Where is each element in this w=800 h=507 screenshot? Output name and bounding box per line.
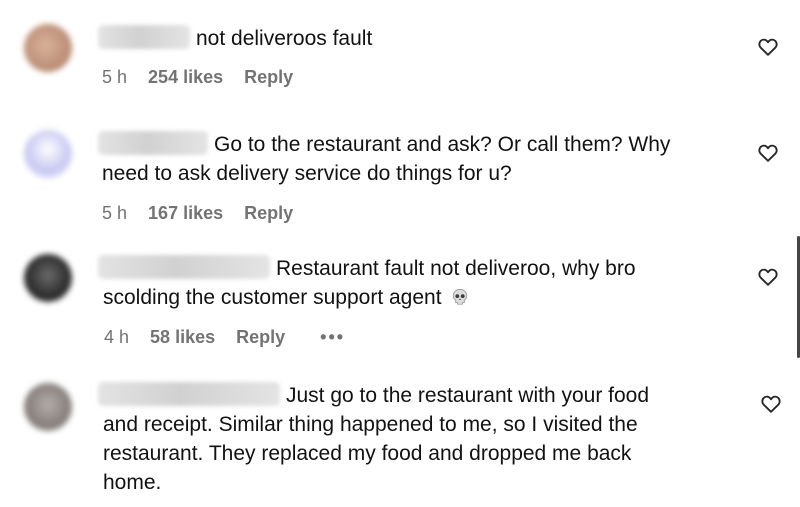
comment-time: 4 h bbox=[104, 327, 130, 347]
username-blurred[interactable] bbox=[98, 25, 190, 49]
comment-time: 5 h bbox=[102, 67, 128, 87]
like-count[interactable]: 167 likes bbox=[148, 203, 223, 224]
username-blurred[interactable] bbox=[98, 255, 270, 279]
comment-text-line: and receipt. Similar thing happened to m… bbox=[103, 413, 638, 436]
reply-button[interactable]: Reply bbox=[236, 327, 285, 348]
comment-text-line: Just go to the restaurant with your food bbox=[286, 384, 650, 407]
avatar[interactable] bbox=[24, 254, 72, 302]
comment-text-line: need to ask delivery service do things f… bbox=[102, 162, 512, 185]
like-count[interactable]: 254 likes bbox=[148, 67, 223, 88]
comment-text-line: Go to the restaurant and ask? Or call th… bbox=[214, 133, 671, 156]
comment-text-line: Restaurant fault not deliveroo, why bro bbox=[276, 257, 636, 280]
comment-text-line: home. bbox=[103, 471, 162, 494]
avatar[interactable] bbox=[24, 130, 72, 178]
reply-button[interactable]: Reply bbox=[244, 203, 293, 224]
comment-text: Go to the restaurant and ask? Or call th… bbox=[98, 130, 670, 188]
skull-emoji bbox=[453, 288, 468, 305]
like-count[interactable]: 58 likes bbox=[150, 327, 215, 348]
heart-outline-icon[interactable] bbox=[757, 266, 779, 288]
avatar[interactable] bbox=[24, 383, 72, 431]
more-options-icon[interactable]: ••• bbox=[320, 327, 345, 348]
comment-text: Just go to the restaurant with your food… bbox=[98, 381, 649, 497]
comment-text: not deliveroos fault bbox=[98, 24, 372, 53]
heart-outline-icon[interactable] bbox=[757, 36, 779, 58]
username-blurred[interactable] bbox=[98, 382, 280, 406]
comment-meta: 5 h 167 likes Reply bbox=[102, 203, 309, 224]
comment-text-line: not deliveroos fault bbox=[196, 27, 373, 50]
reply-button[interactable]: Reply bbox=[244, 67, 293, 88]
comment-text-line: scolding the customer support agent bbox=[103, 286, 442, 309]
comment-time: 5 h bbox=[102, 203, 128, 223]
heart-outline-icon[interactable] bbox=[757, 142, 779, 164]
avatar[interactable] bbox=[24, 24, 72, 72]
comment-meta: 4 h 58 likes Reply ••• bbox=[104, 327, 361, 348]
comment-text-line: restaurant. They replaced my food and dr… bbox=[103, 442, 632, 465]
comment-meta: 5 h 254 likes Reply bbox=[102, 67, 309, 88]
username-blurred[interactable] bbox=[98, 131, 208, 155]
comment-text: Restaurant fault not deliveroo, why bro … bbox=[98, 254, 636, 312]
heart-outline-icon[interactable] bbox=[760, 393, 782, 415]
